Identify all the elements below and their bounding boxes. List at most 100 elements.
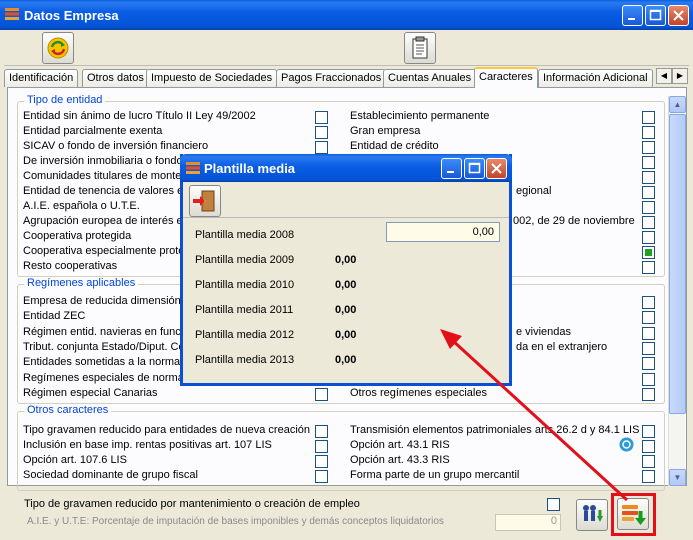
dialog-body: Plantilla media 2008 0,00 Plantilla medi…	[183, 218, 509, 383]
plantilla-input-2008[interactable]: 0,00	[386, 222, 500, 242]
dialog-close-button[interactable]	[486, 158, 507, 179]
arrow-right-icon: ▶	[676, 71, 684, 80]
option-label: Inclusión en base imp. rentas positivas …	[23, 439, 272, 451]
minimize-button[interactable]	[622, 5, 643, 26]
tab-cuentas-anuales[interactable]: Cuentas Anuales	[383, 69, 477, 87]
option-checkbox[interactable]	[315, 470, 328, 483]
app-logo-icon	[186, 162, 200, 174]
option-checkbox[interactable]	[642, 246, 655, 259]
plantilla-media-dialog: Plantilla media Plantilla media 2008 0,0…	[180, 154, 512, 386]
plantilla-value-2012: 0,00	[335, 329, 357, 341]
option-checkbox[interactable]	[315, 425, 328, 438]
plantilla-label-2013: Plantilla media 2013	[195, 354, 295, 366]
plantilla-value-2013: 0,00	[335, 354, 357, 366]
maximize-button[interactable]	[645, 5, 666, 26]
people-button[interactable]	[576, 499, 608, 531]
tab-informacion-adicional[interactable]: Información Adicional	[538, 69, 653, 87]
plantilla-value-2010: 0,00	[335, 279, 357, 291]
info-icon[interactable]	[619, 437, 634, 452]
main-toolbar	[4, 30, 689, 66]
option-checkbox[interactable]	[642, 201, 655, 214]
dialog-title-bar: Plantilla media	[180, 154, 512, 182]
option-checkbox[interactable]	[642, 341, 655, 355]
close-icon	[673, 10, 684, 21]
option-checkbox[interactable]	[315, 455, 328, 468]
tab-scroll-right-button[interactable]: ▶	[672, 68, 688, 84]
empleo-checkbox[interactable]	[547, 498, 560, 511]
tab-identificacion[interactable]: Identificación	[4, 69, 79, 87]
clipboard-icon	[412, 36, 428, 59]
close-button[interactable]	[668, 5, 689, 26]
option-checkbox[interactable]	[642, 126, 655, 139]
option-label: A.I.E. española o U.T.E.	[23, 200, 140, 212]
option-checkbox[interactable]	[642, 470, 655, 483]
option-label: e viviendas	[516, 325, 572, 338]
option-checkbox[interactable]	[642, 326, 655, 340]
people-icon	[583, 505, 603, 522]
option-checkbox[interactable]	[642, 387, 655, 401]
option-checkbox[interactable]	[642, 296, 655, 309]
scroll-down-button[interactable]: ▼	[669, 469, 686, 486]
option-checkbox[interactable]	[642, 216, 655, 229]
maximize-icon	[649, 9, 662, 21]
option-checkbox[interactable]	[642, 231, 655, 244]
scroll-up-button[interactable]: ▲	[669, 96, 686, 113]
arrow-left-icon: ◀	[660, 71, 668, 80]
window-title: Datos Empresa	[24, 8, 119, 23]
dialog-exit-button[interactable]	[189, 185, 221, 217]
plantilla-label-2009: Plantilla media 2009	[195, 254, 295, 266]
option-checkbox[interactable]	[642, 440, 655, 453]
dialog-title: Plantilla media	[204, 161, 296, 176]
option-checkbox[interactable]	[315, 126, 328, 139]
scroll-thumb[interactable]	[669, 114, 686, 414]
imputacion-field[interactable]: 0	[495, 514, 561, 531]
option-checkbox[interactable]	[642, 372, 655, 386]
option-label: Resto cooperativas	[23, 260, 118, 272]
option-checkbox[interactable]	[315, 141, 328, 154]
tab-pagos-fraccionados[interactable]: Pagos Fraccionados	[276, 69, 387, 87]
option-checkbox[interactable]	[642, 186, 655, 199]
option-label: Cooperativa protegida	[23, 230, 132, 242]
option-checkbox[interactable]	[315, 440, 328, 453]
option-checkbox[interactable]	[642, 357, 655, 371]
option-label: Otros regímenes especiales	[350, 386, 487, 399]
option-label: Tipo gravamen reducido para entidades de…	[23, 424, 310, 436]
refresh-icon	[47, 37, 69, 59]
option-checkbox[interactable]	[642, 261, 655, 274]
option-label: Opción art. 107.6 LIS	[23, 454, 127, 466]
plantilla-label-2011: Plantilla media 2011	[195, 304, 294, 316]
option-checkbox[interactable]	[642, 156, 655, 169]
option-checkbox[interactable]	[642, 111, 655, 124]
option-label: De inversión inmobiliaria o fondo d	[23, 155, 192, 167]
dialog-minimize-button[interactable]	[441, 158, 462, 179]
option-checkbox[interactable]	[315, 111, 328, 124]
tab-otros-datos[interactable]: Otros datos	[82, 69, 149, 87]
empleo-checkbox-label: Tipo de gravamen reducido por mantenimie…	[24, 498, 360, 510]
option-label: SICAV o fondo de inversión financiero	[23, 140, 209, 152]
vertical-scrollbar[interactable]: ▲ ▼	[668, 96, 686, 486]
tab-caracteres[interactable]: Caracteres	[474, 67, 538, 88]
option-label: Entidades sometidas a la normativ	[23, 356, 192, 369]
plantilla-value-2011: 0,00	[335, 304, 357, 316]
option-label: Establecimiento permanente	[350, 110, 490, 122]
option-label: Régimen especial Canarias	[23, 386, 158, 399]
option-checkbox[interactable]	[642, 425, 655, 438]
option-checkbox[interactable]	[642, 141, 655, 154]
option-checkbox[interactable]	[642, 171, 655, 184]
tab-impuesto-sociedades[interactable]: Impuesto de Sociedades	[146, 69, 278, 87]
refresh-button[interactable]	[42, 32, 74, 64]
dialog-maximize-button[interactable]	[464, 158, 485, 179]
option-label: Empresa de reducida dimensión	[23, 295, 181, 307]
minimize-icon	[628, 18, 635, 20]
option-label: Cooperativa especialmente proteg	[23, 245, 191, 257]
option-checkbox[interactable]	[315, 387, 328, 401]
tab-scroll-left-button[interactable]: ◀	[656, 68, 672, 84]
option-checkbox[interactable]	[642, 311, 655, 325]
option-label: Entidad de crédito	[350, 140, 439, 152]
clipboard-button[interactable]	[404, 32, 436, 64]
group-legend: Regímenes aplicables	[24, 277, 139, 289]
option-label: Opción art. 43.1 RIS	[350, 439, 450, 451]
option-label: Forma parte de un grupo mercantil	[350, 469, 520, 481]
option-checkbox[interactable]	[642, 455, 655, 468]
plantilla-label-2008: Plantilla media 2008	[195, 229, 295, 241]
